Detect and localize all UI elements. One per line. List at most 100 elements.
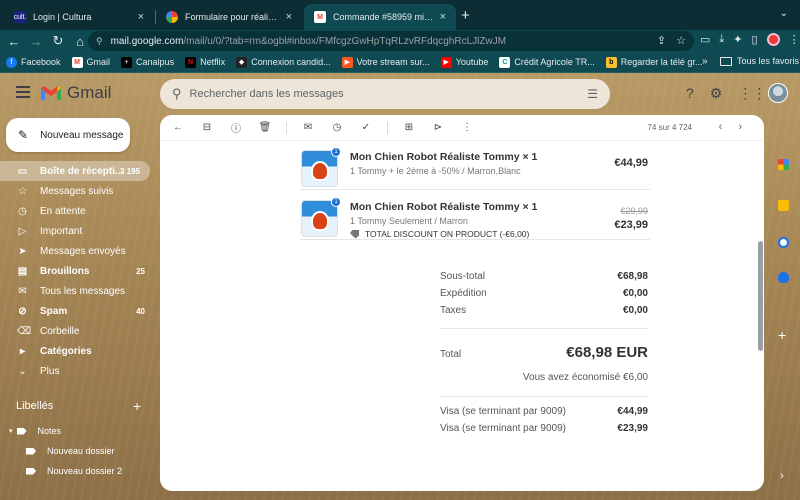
search-icon[interactable]: ⚲ — [172, 86, 182, 102]
label-name: Notes — [37, 426, 62, 436]
order-summary: Sous-total €68,98 Expédition €0,00 Taxes €0… — [440, 271, 648, 440]
account-avatar[interactable] — [768, 83, 788, 103]
sidebar-item-label: Brouillons — [40, 265, 90, 277]
apps-grid-icon[interactable]: ⋮⋮ — [738, 85, 766, 102]
caret-down-icon[interactable]: ▾ — [9, 427, 13, 435]
report-spam-icon[interactable]: ⓘ — [228, 120, 244, 135]
bookmark-facebook[interactable]: f Facebook — [6, 56, 61, 68]
add-addon-icon[interactable]: + — [778, 327, 786, 343]
chevron-right-icon[interactable]: › — [780, 470, 784, 482]
unread-count: 3 195 — [119, 166, 140, 176]
bookmark-label: Youtube — [455, 57, 489, 67]
keep-icon[interactable] — [778, 200, 789, 211]
sidebar-item-trash[interactable]: ⌫ Corbeille — [0, 321, 155, 341]
total-value: €68,98 EUR — [566, 344, 648, 361]
sidebar-item-starred[interactable]: ☆ Messages suivis — [0, 181, 155, 201]
search-options-icon[interactable]: ☰ — [587, 87, 598, 101]
tab-formulaire[interactable]: Formulaire pour réaliser des si × — [156, 4, 302, 30]
omnibox-actions: ⇪ ☆ — [657, 34, 686, 47]
add-label-button[interactable]: + — [133, 398, 141, 414]
url-bar[interactable]: ⚲ mail.google.com/mail/u/0/?tab=rm&ogbl#… — [88, 31, 694, 51]
draft-count: 25 — [136, 266, 145, 276]
reload-icon[interactable]: ↻ — [47, 33, 69, 49]
shipping-label: Expédition — [440, 288, 487, 299]
profile-avatar[interactable] — [766, 33, 780, 46]
bookmark-credit-agricole[interactable]: C Crédit Agricole TR... — [499, 56, 595, 68]
close-icon[interactable]: × — [138, 11, 144, 23]
search-input[interactable]: ⚲ Rechercher dans les messages ☰ — [160, 79, 610, 109]
back-arrow-icon[interactable]: ← — [170, 122, 186, 133]
bookmark-netflix[interactable]: N Netflix — [185, 56, 225, 68]
payment-method: Visa (se terminant par 9009) — [440, 423, 566, 434]
mark-unread-icon[interactable]: ✉ — [300, 122, 316, 133]
total-row: Total €68,98 EUR — [440, 344, 648, 372]
close-icon[interactable]: × — [286, 11, 292, 23]
tab-title: Login | Cultura — [33, 12, 92, 22]
tab-commande[interactable]: M Commande #58959 mise à jou × — [304, 4, 456, 30]
tasks-icon[interactable] — [778, 237, 789, 248]
side-panel: + › — [766, 115, 800, 500]
more-options-icon[interactable]: ⋮ — [459, 122, 475, 133]
gmail-header: Gmail ⚲ Rechercher dans les messages ☰ ?… — [0, 73, 800, 113]
send-icon: ➤ — [18, 245, 27, 257]
move-to-icon[interactable]: ⊞ — [401, 122, 417, 133]
sidebar-item-label: Catégories — [40, 345, 92, 357]
sidebar-item-inbox[interactable]: ▭ Boîte de récepti... 3 195 — [0, 161, 150, 181]
bookmark-star-icon[interactable]: ☆ — [676, 34, 686, 47]
delete-icon[interactable]: 🗑 — [257, 122, 273, 133]
sidebar-item-sent[interactable]: ➤ Messages envoyés — [0, 241, 155, 261]
calendar-icon[interactable] — [778, 159, 789, 170]
close-icon[interactable]: × — [440, 11, 446, 23]
sidebar-item-more[interactable]: ⌄ Plus — [0, 361, 155, 381]
sidebar-item-drafts[interactable]: ▤ Brouillons 25 — [0, 261, 155, 281]
gmail-logo[interactable]: Gmail — [40, 83, 111, 103]
bookmarks-overflow-button[interactable]: » — [702, 56, 708, 67]
bookmark-youtube[interactable]: ▶ Youtube — [440, 56, 489, 68]
add-task-icon[interactable]: ✓ — [358, 122, 374, 133]
sidebar-item-label: Plus — [40, 365, 60, 377]
side-panel-icon[interactable]: ▯ — [752, 33, 758, 46]
sidebar-item-snoozed[interactable]: ◷ En attente — [0, 201, 155, 221]
bookmark-gmail[interactable]: M Gmail — [71, 56, 110, 68]
tab-search-icon[interactable]: ⌄ — [780, 8, 788, 19]
bookmark-canalplus[interactable]: + Canalpus — [121, 56, 174, 68]
label-item-nouveau-dossier[interactable]: Nouveau dossier — [0, 441, 155, 461]
site-info-icon[interactable]: ⚲ — [96, 36, 103, 47]
discount-text: TOTAL DISCOUNT ON PRODUCT (-€6,00) — [365, 229, 530, 239]
extensions-icon[interactable]: ✦ — [733, 33, 742, 46]
label-item-nouveau-dossier-2[interactable]: Nouveau dossier 2 — [0, 461, 155, 481]
all-bookmarks-button[interactable]: Tous les favoris — [720, 56, 799, 66]
bookmark-stream[interactable]: ▶ Votre stream sur... — [341, 56, 430, 68]
download-icon[interactable]: ⤓ — [719, 33, 724, 46]
chevron-left-icon[interactable]: ‹ — [719, 121, 723, 133]
bookmark-tele[interactable]: b Regarder la télé gr... — [605, 56, 702, 68]
help-icon[interactable]: ? — [686, 85, 694, 102]
gmail-icon: M — [71, 56, 83, 68]
label-item-notes[interactable]: ▾ Notes — [0, 421, 155, 441]
forward-icon[interactable]: → — [25, 34, 47, 49]
cast-icon[interactable]: ▭ — [700, 33, 710, 46]
browser-menu-icon[interactable]: ⋮ — [789, 33, 800, 46]
folder-icon — [720, 56, 732, 66]
gear-icon[interactable]: ⚙ — [710, 85, 723, 102]
scrollbar[interactable] — [756, 141, 764, 491]
new-tab-button[interactable]: + — [461, 7, 470, 24]
bookmark-connexion[interactable]: ◆ Connexion candid... — [236, 56, 331, 68]
sidebar-item-spam[interactable]: ⊘ Spam 40 — [0, 301, 155, 321]
contacts-icon[interactable] — [778, 272, 789, 283]
share-icon[interactable]: ⇪ — [657, 34, 666, 47]
label-icon — [26, 467, 36, 475]
product-variant: 1 Tommy + le 2ème à -50% / Marron,Blanc — [350, 166, 521, 176]
main-menu-icon[interactable] — [16, 86, 30, 101]
tab-cultura[interactable]: cult. Login | Cultura × — [4, 4, 154, 30]
scrollbar-thumb[interactable] — [758, 241, 763, 351]
compose-button[interactable]: ✎ Nouveau message — [6, 118, 130, 152]
archive-icon[interactable]: ⊟ — [199, 122, 215, 133]
label-icon[interactable]: ⊳ — [430, 122, 446, 133]
sidebar-item-all-mail[interactable]: ✉ Tous les messages — [0, 281, 155, 301]
back-icon[interactable]: ← — [3, 34, 25, 49]
snooze-icon[interactable]: ◷ — [329, 122, 345, 133]
sidebar-item-important[interactable]: ▷ Important — [0, 221, 155, 241]
chevron-right-icon[interactable]: › — [738, 121, 742, 133]
sidebar-item-categories[interactable]: ▸ Catégories — [0, 341, 155, 361]
